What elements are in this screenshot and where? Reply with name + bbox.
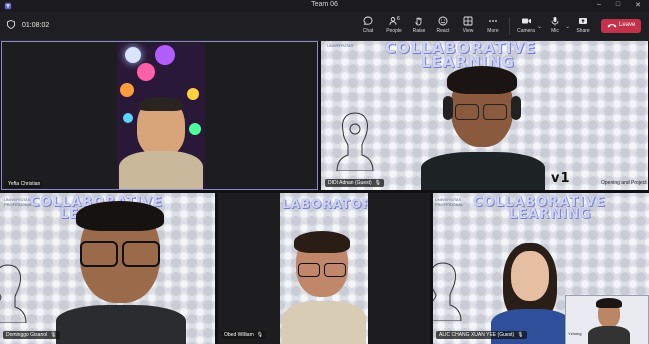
participant-name-dominggo: Dominggo Gisanol 🎙 bbox=[3, 331, 60, 339]
people-count-badge: 6 bbox=[397, 16, 400, 22]
view-label: View bbox=[462, 28, 474, 34]
slide-title-line2: LEARNING bbox=[509, 207, 592, 222]
mic-off-icon: 🎙 bbox=[517, 332, 524, 338]
phone-hangup-icon bbox=[607, 24, 617, 28]
chat-button[interactable]: Chat bbox=[354, 15, 382, 39]
slide-tag: v1 bbox=[551, 171, 571, 186]
smiley-icon bbox=[438, 16, 448, 26]
slide-university-label: UNIVERSITAS PROFESIONAL bbox=[4, 197, 33, 207]
hand-icon bbox=[415, 17, 422, 26]
participant-video-dominggo bbox=[50, 201, 190, 344]
people-label: People bbox=[386, 28, 402, 34]
share-screen-icon bbox=[579, 18, 587, 24]
microphone-icon bbox=[551, 17, 559, 26]
more-button[interactable]: More bbox=[479, 15, 507, 39]
camera-icon bbox=[521, 18, 531, 24]
slide-university-label: UNIVERSITAS bbox=[327, 43, 354, 48]
participant-video-didi bbox=[403, 66, 563, 190]
share-label: Share bbox=[576, 28, 590, 34]
react-button[interactable]: React bbox=[429, 15, 457, 39]
brain-head-illustration-icon bbox=[0, 264, 27, 323]
participant-name-didi: DIDI Adnan (Guest) 🎙 bbox=[325, 179, 384, 187]
video-tile-dominggo[interactable]: UNIVERSITASPROFESIONAL COLLABORATIVE LEA… bbox=[0, 193, 215, 344]
small-video-preview[interactable]: Yzhong bbox=[565, 295, 649, 344]
chat-icon bbox=[363, 16, 373, 25]
share-button[interactable]: Share bbox=[569, 15, 597, 39]
participant-video-yefta bbox=[117, 43, 205, 189]
close-button[interactable]: ✕ bbox=[631, 1, 645, 9]
video-tile-yefta[interactable]: Yefta Christian bbox=[1, 41, 318, 190]
mic-off-icon: 🎙 bbox=[256, 332, 264, 338]
brain-head-illustration-icon bbox=[433, 262, 462, 321]
participant-video-obed: LABORATORY bbox=[280, 193, 368, 344]
people-button[interactable]: 6 People bbox=[380, 15, 408, 39]
camera-label: Camera bbox=[517, 28, 535, 34]
brain-head-illustration-icon bbox=[336, 112, 374, 171]
mic-off-icon: 🎙 bbox=[50, 332, 57, 338]
participant-name-alic: ALIC CHANG XUAN YEE (Guest) 🎙 bbox=[436, 331, 527, 339]
view-button[interactable]: View bbox=[454, 15, 482, 39]
slide-university-label: UNIVERSITAS PROFESIONAL bbox=[435, 197, 464, 207]
maximize-button[interactable]: □ bbox=[611, 1, 625, 8]
leave-button[interactable]: Leave bbox=[601, 19, 641, 33]
participant-name-obed: Obed William 🎙 bbox=[221, 331, 267, 339]
video-tile-obed[interactable]: LABORATORY Obed William🎙 bbox=[218, 193, 430, 344]
chat-label: Chat bbox=[362, 28, 374, 34]
camera-button[interactable]: Camera bbox=[512, 15, 540, 39]
meeting-timer: 01:08:02 bbox=[22, 22, 50, 29]
mic-off-icon: 🎙 bbox=[374, 180, 381, 186]
participant-video-alic bbox=[491, 243, 571, 344]
video-tile-didi[interactable]: UNIVERSITAS COLLABORATIVE LEARNING v1 Op… bbox=[321, 41, 648, 190]
react-label: React bbox=[436, 28, 450, 34]
window-title: Team 06 bbox=[311, 1, 338, 8]
toolbar-divider bbox=[509, 17, 510, 35]
leave-label: Leave bbox=[619, 22, 636, 28]
more-dots-icon bbox=[489, 20, 497, 22]
small-tile-label: Yzhong bbox=[568, 331, 582, 336]
shield-icon bbox=[7, 20, 15, 29]
video-tile-alic[interactable]: UNIVERSITAS PROFESIONAL COLLABORATIVE LEA… bbox=[433, 193, 649, 344]
more-label: More bbox=[487, 28, 499, 34]
grid-view-icon bbox=[463, 16, 473, 26]
minimize-button[interactable]: – bbox=[592, 1, 606, 8]
participant-name-yefta: Yefta Christian bbox=[5, 180, 44, 188]
slide-footer: Opening and Project bbox=[601, 180, 647, 186]
